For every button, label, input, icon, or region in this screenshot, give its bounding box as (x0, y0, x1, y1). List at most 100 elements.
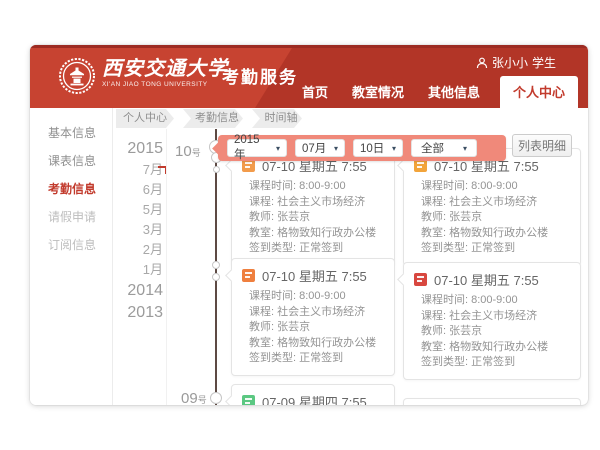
attendance-card: 07-09 星期四 7:55 (231, 384, 395, 405)
day-suffix: 号 (198, 395, 207, 405)
card-field: 教室: 格物致知行政办公楼 (249, 336, 384, 352)
year-dropdown-value: 2015年 (234, 134, 271, 162)
timeline-node (210, 392, 222, 404)
calendar-icon (242, 395, 255, 405)
card-body: 课程时间: 8:00-9:00 课程: 社会主义市场经济 教师: 张芸京 教室:… (404, 178, 580, 265)
card-field: 教师: 张芸京 (421, 324, 570, 340)
timeline-node (213, 166, 220, 173)
type-dropdown[interactable]: 全部 ▾ (411, 139, 477, 157)
attendance-card: 07-10 星期五 7:55 课程时间: 8:00-9:00 课程: 社会主义市… (403, 262, 581, 380)
app-header: 西安交通大学 XI'AN JIAO TONG UNIVERSITY 考勤服务 张… (30, 45, 588, 108)
sidebar-item-subscription[interactable]: 订阅信息 (30, 231, 112, 259)
card-field: 课程: 社会主义市场经济 (249, 305, 384, 321)
month-dropdown-value: 07月 (302, 140, 326, 156)
nav-item-home[interactable]: 首页 (298, 82, 332, 108)
card-field: 教室: 格物致知行政办公楼 (421, 226, 570, 242)
app-title: 考勤服务 (222, 63, 298, 88)
month-dropdown[interactable]: 07月 ▾ (295, 139, 345, 157)
card-date: 07-09 星期四 7:55 (262, 392, 367, 405)
breadcrumb-attendance[interactable]: 考勤信息 (183, 109, 249, 128)
chevron-down-icon: ▾ (463, 144, 467, 153)
nav-item-classrooms[interactable]: 教室情况 (348, 82, 408, 108)
university-title: 西安交通大学 XI'AN JIAO TONG UNIVERSITY (102, 58, 228, 89)
card-field: 签到类型: 正常签到 (421, 355, 570, 371)
year-item[interactable]: 2015 (123, 138, 163, 160)
filter-bar: 2015年 ▾ 07月 ▾ 10日 ▾ 全部 ▾ (218, 135, 506, 161)
card-field: 课程时间: 8:00-9:00 (421, 179, 570, 195)
nav-item-personal-center[interactable]: 个人中心 (500, 76, 578, 108)
day-dropdown-value: 10日 (360, 140, 384, 156)
breadcrumb-timeline[interactable]: 时间轴 (252, 109, 308, 128)
attendance-card: 07-10 星期五 7:55 课程时间: 8:00-9:00 课程: 社会主义市… (231, 258, 395, 376)
month-item[interactable]: 7月 (123, 160, 163, 180)
main-nav: 首页 教室情况 其他信息 个人中心 (298, 76, 578, 108)
card-field: 课程时间: 8:00-9:00 (249, 289, 384, 305)
user-account[interactable]: 张小小 学生 (476, 54, 556, 71)
nav-item-other-info[interactable]: 其他信息 (424, 82, 484, 108)
calendar-icon (414, 273, 427, 286)
card-field: 签到类型: 正常签到 (249, 351, 384, 367)
day-dropdown[interactable]: 10日 ▾ (353, 139, 403, 157)
sidebar-item-leave-request[interactable]: 请假申请 (30, 203, 112, 231)
header-top-strip (30, 45, 588, 48)
card-date: 07-10 星期五 7:55 (262, 266, 367, 285)
year-dropdown[interactable]: 2015年 ▾ (227, 139, 287, 157)
attendance-card: 07-10 星期五 7:55 课程时间: 8:00-9:00 课程: 社会主义市… (231, 148, 395, 266)
month-item[interactable]: 1月 (123, 260, 163, 280)
day-suffix: 号 (192, 148, 201, 158)
card-field: 教师: 张芸京 (421, 210, 570, 226)
day-marker-09: 09号 (181, 390, 207, 405)
card-date: 07-10 星期五 7:55 (434, 270, 539, 289)
calendar-icon (242, 269, 255, 282)
card-body: 课程时间: 8:00-9:00 课程: 社会主义市场经济 教师: 张芸京 教室:… (232, 178, 394, 265)
year-item[interactable]: 2013 (123, 302, 163, 324)
timeline-node (212, 273, 220, 281)
timeline-year-nav: 2015 7月 6月 5月 3月 2月 1月 2014 2013 (123, 138, 163, 324)
card-field: 课程: 社会主义市场经济 (249, 195, 384, 211)
timeline-node (212, 261, 220, 269)
year-nav-divider (166, 129, 167, 405)
card-field: 课程: 社会主义市场经济 (421, 195, 570, 211)
card-field: 课程时间: 8:00-9:00 (249, 179, 384, 195)
month-item[interactable]: 5月 (123, 200, 163, 220)
month-item[interactable]: 6月 (123, 180, 163, 200)
day-marker-10: 10号 (175, 143, 201, 161)
user-role: 学生 (532, 54, 556, 71)
year-item[interactable]: 2014 (123, 280, 163, 302)
chevron-down-icon: ▾ (276, 144, 280, 153)
chevron-down-icon: ▾ (392, 144, 396, 153)
card-header: 07-10 星期五 7:55 (404, 263, 580, 292)
card-field: 教室: 格物致知行政办公楼 (249, 226, 384, 242)
month-item[interactable]: 3月 (123, 220, 163, 240)
type-dropdown-value: 全部 (421, 140, 444, 156)
university-seal-logo (58, 57, 96, 95)
attendance-card: 07-10 星期五 7:55 课程时间: 8:00-9:00 课程: 社会主义市… (403, 148, 581, 266)
card-header: 07-10 星期五 7:55 (232, 259, 394, 288)
person-icon (476, 57, 488, 69)
card-field: 教师: 张芸京 (249, 210, 384, 226)
card-body: 课程时间: 8:00-9:00 课程: 社会主义市场经济 教师: 张芸京 教室:… (232, 288, 394, 375)
user-name: 张小小 (492, 54, 528, 71)
list-detail-button[interactable]: 列表明细 (512, 134, 572, 157)
card-field: 签到类型: 正常签到 (249, 241, 384, 257)
sidebar-item-basic-info[interactable]: 基本信息 (30, 119, 112, 147)
card-field: 课程: 社会主义市场经济 (421, 309, 570, 325)
card-field: 教师: 张芸京 (249, 320, 384, 336)
breadcrumb-personal-center[interactable]: 个人中心 (116, 109, 180, 128)
sidebar-item-schedule[interactable]: 课表信息 (30, 147, 112, 175)
card-header: 07-09 星期四 7:55 (232, 385, 394, 405)
sidebar-item-attendance[interactable]: 考勤信息 (30, 175, 112, 203)
card-field: 课程时间: 8:00-9:00 (421, 293, 570, 309)
university-name-en: XI'AN JIAO TONG UNIVERSITY (102, 80, 228, 89)
card-field: 签到类型: 正常签到 (421, 241, 570, 257)
page-background: 西安交通大学 XI'AN JIAO TONG UNIVERSITY 考勤服务 张… (0, 0, 600, 450)
month-item[interactable]: 2月 (123, 240, 163, 260)
day-number: 10 (175, 143, 192, 160)
card-body: 课程时间: 8:00-9:00 课程: 社会主义市场经济 教师: 张芸京 教室:… (404, 292, 580, 379)
university-name-cn: 西安交通大学 (102, 58, 228, 80)
day-number: 09 (181, 390, 198, 405)
breadcrumb: 个人中心 考勤信息 时间轴 (116, 109, 308, 128)
sidebar: 基本信息 课表信息 考勤信息 请假申请 订阅信息 (30, 108, 113, 405)
app-window: 西安交通大学 XI'AN JIAO TONG UNIVERSITY 考勤服务 张… (30, 45, 588, 405)
attendance-card (403, 398, 581, 405)
